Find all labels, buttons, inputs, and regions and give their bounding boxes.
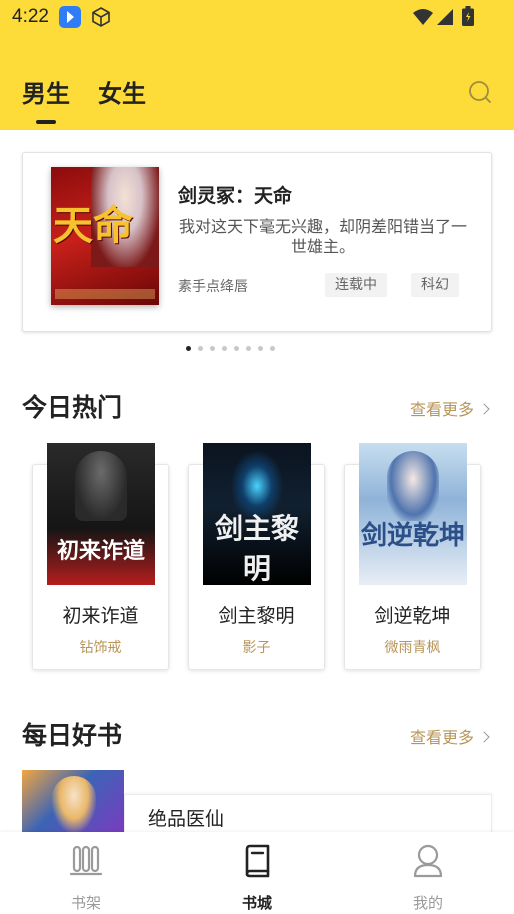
book-title: 剑主黎明 — [218, 605, 295, 627]
book-cover: 剑主黎明 — [203, 443, 311, 585]
cover-title-text: 初来诈道 — [56, 538, 145, 564]
featured-book-description: 我对这天下毫无兴趣，却阴差阳错当了一世雄主。 — [178, 217, 467, 256]
status-bar: 4:22 — [0, 0, 514, 36]
pagination-dot[interactable] — [210, 346, 215, 351]
bookshelf-icon — [70, 845, 102, 876]
nav-bookstore[interactable]: 书城 — [207, 842, 307, 912]
chevron-right-icon — [478, 731, 490, 743]
cover-title-text: 剑主黎明 — [214, 512, 299, 585]
pagination-dot[interactable] — [186, 346, 191, 351]
cover-figure — [75, 451, 127, 521]
nav-label: 书城 — [241, 894, 272, 912]
featured-book-title: 剑灵冢：天命 — [178, 185, 293, 207]
app-notification-icon — [59, 6, 81, 28]
battery-icon — [462, 6, 474, 26]
gender-tabs: 男生 女生 — [22, 74, 146, 124]
chevron-right-icon — [478, 403, 490, 415]
pagination-dot[interactable] — [258, 346, 263, 351]
cover-strip — [55, 289, 155, 299]
book-author: 钻饰戒 — [79, 640, 122, 656]
pagination-dot[interactable] — [270, 346, 275, 351]
more-label: 查看更多 — [410, 728, 475, 747]
profile-icon — [413, 844, 443, 878]
book-title: 初来诈道 — [62, 605, 139, 627]
book-title: 绝品医仙 — [148, 808, 225, 830]
featured-book-author: 素手点绛唇 — [178, 279, 248, 295]
status-tag: 连载中 — [325, 273, 387, 297]
hot-today-more-link[interactable]: 查看更多 — [410, 396, 490, 420]
book-author: 影子 — [242, 640, 271, 656]
book-author: 微雨青枫 — [384, 640, 441, 656]
tab-female[interactable]: 女生 — [98, 74, 146, 109]
hot-book-card[interactable]: 剑主黎明 剑主黎明 影子 — [188, 443, 325, 670]
book-icon — [245, 844, 270, 878]
daily-book-item[interactable]: 绝品医仙 — [22, 770, 492, 832]
signal-icon — [436, 8, 454, 26]
book-cover: 初来诈道 — [47, 443, 155, 585]
cover-title-text: 天命 — [53, 202, 133, 249]
more-label: 查看更多 — [410, 400, 475, 419]
banner-pagination — [186, 346, 275, 351]
nav-profile[interactable]: 我的 — [378, 842, 478, 912]
featured-book-banner[interactable]: 天命 剑灵冢：天命 我对这天下毫无兴趣，却阴差阳错当了一世雄主。 素手点绛唇 连… — [22, 152, 492, 332]
book-cover — [22, 770, 124, 832]
genre-tag: 科幻 — [411, 273, 459, 297]
nav-label: 我的 — [412, 894, 443, 912]
hot-book-card[interactable]: 初来诈道 初来诈道 钻饰戒 — [32, 443, 169, 670]
pagination-dot[interactable] — [198, 346, 203, 351]
hot-book-card[interactable]: 剑逆乾坤 剑逆乾坤 微雨青枫 — [344, 443, 481, 670]
status-time: 4:22 — [12, 6, 49, 27]
cover-title-text: 剑逆乾坤 — [360, 521, 465, 551]
bottom-navigation: 书架 书城 我的 — [0, 832, 514, 914]
header: 4:22 男生 女生 — [0, 0, 514, 130]
tab-male[interactable]: 男生 — [22, 74, 70, 124]
daily-books-more-link[interactable]: 查看更多 — [410, 724, 490, 748]
featured-book-cover: 天命 — [51, 167, 159, 305]
daily-books-title: 每日好书 — [22, 721, 123, 750]
pagination-dot[interactable] — [246, 346, 251, 351]
wifi-icon — [412, 8, 434, 26]
cover-figure — [387, 451, 439, 521]
hot-today-title: 今日热门 — [22, 393, 123, 422]
nav-bookshelf[interactable]: 书架 — [36, 842, 136, 912]
book-title: 剑逆乾坤 — [374, 605, 451, 627]
search-icon[interactable] — [466, 78, 494, 106]
package-icon — [90, 6, 112, 28]
book-cover: 剑逆乾坤 — [359, 443, 467, 585]
pagination-dot[interactable] — [234, 346, 239, 351]
nav-label: 书架 — [70, 894, 101, 912]
pagination-dot[interactable] — [222, 346, 227, 351]
